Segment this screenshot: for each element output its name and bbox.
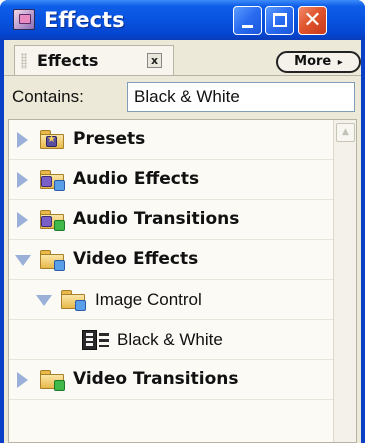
tree-item-label: Black & White — [117, 330, 223, 349]
tab-divider — [4, 75, 361, 76]
effects-tree: Presets Audio Effects Audio Transitions — [8, 119, 357, 443]
close-icon: ✕ — [303, 8, 322, 33]
close-button[interactable]: ✕ — [298, 6, 327, 35]
tree-item-audio-effects[interactable]: Audio Effects — [9, 160, 333, 200]
collapse-arrow-icon[interactable] — [36, 295, 52, 306]
minimize-icon — [242, 25, 253, 28]
panel-client-area: Effects x More ▸ Contains: Presets — [4, 40, 361, 443]
video-transitions-folder-icon — [40, 370, 65, 391]
minimize-button[interactable] — [233, 6, 262, 35]
tree-item-audio-transitions[interactable]: Audio Transitions — [9, 200, 333, 240]
expand-arrow-icon[interactable] — [17, 172, 28, 188]
expand-arrow-icon[interactable] — [17, 372, 28, 388]
tree-item-black-and-white[interactable]: Black & White — [9, 320, 333, 360]
scroll-up-icon[interactable]: ▲ — [336, 123, 355, 142]
audio-effects-folder-icon — [40, 170, 65, 191]
tree-item-label: Presets — [73, 129, 146, 149]
collapse-arrow-icon[interactable] — [15, 255, 31, 266]
tree-item-label: Image Control — [95, 290, 202, 309]
contains-filter-input[interactable] — [127, 82, 355, 112]
more-label: More — [294, 54, 332, 69]
maximize-icon — [273, 13, 287, 27]
tree-item-label: Audio Transitions — [73, 209, 240, 229]
contains-label: Contains: — [12, 87, 84, 106]
maximize-button[interactable] — [265, 6, 294, 35]
title-bar[interactable]: Effects ✕ — [0, 0, 365, 40]
tab-effects[interactable]: Effects x — [14, 45, 174, 75]
more-arrow-icon: ▸ — [337, 57, 343, 68]
effects-app-icon — [13, 9, 35, 30]
video-effect-icon — [82, 330, 110, 350]
presets-folder-icon — [40, 130, 64, 149]
effects-window: Effects ✕ Effects x More ▸ Contains: Bla… — [0, 0, 365, 443]
vertical-scrollbar[interactable]: ▲ — [333, 120, 356, 442]
tree-item-image-control[interactable]: Image Control — [9, 280, 333, 320]
audio-transitions-folder-icon — [40, 210, 65, 231]
tree-item-presets[interactable]: Presets — [9, 120, 333, 160]
panel-grip-handle[interactable] — [21, 53, 27, 69]
folder-icon — [61, 290, 86, 311]
tree-item-label: Video Effects — [73, 249, 199, 269]
tab-label: Effects — [37, 51, 99, 70]
tab-close-button[interactable]: x — [147, 53, 162, 68]
expand-arrow-icon[interactable] — [17, 132, 28, 148]
tree-item-label: Video Transitions — [73, 369, 239, 389]
video-effects-folder-icon — [40, 250, 65, 271]
tree-item-video-transitions[interactable]: Video Transitions — [9, 360, 333, 400]
expand-arrow-icon[interactable] — [17, 212, 28, 228]
tree-item-label: Audio Effects — [73, 169, 200, 189]
tree-item-video-effects[interactable]: Video Effects — [9, 240, 333, 280]
more-button[interactable]: More ▸ — [276, 51, 361, 73]
window-title: Effects — [44, 8, 125, 32]
